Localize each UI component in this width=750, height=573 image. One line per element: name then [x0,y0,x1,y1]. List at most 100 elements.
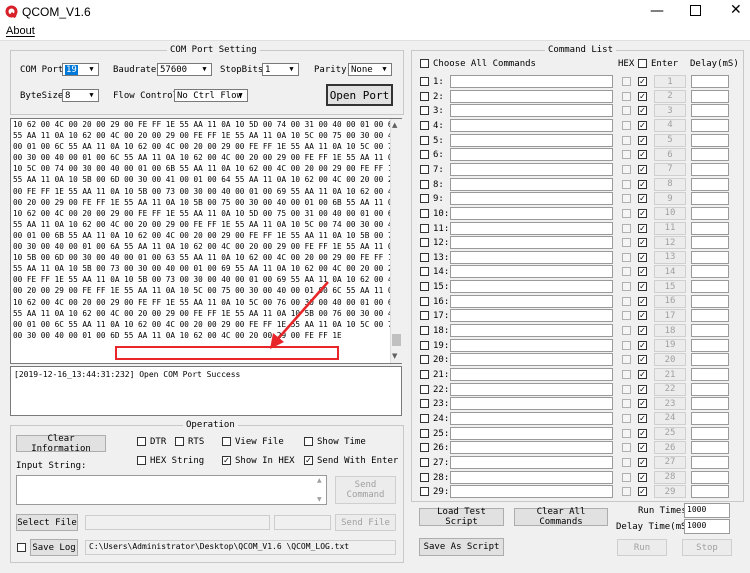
command-enter-checkbox[interactable]: ✓ [638,77,647,86]
command-enter-checkbox[interactable]: ✓ [638,223,647,233]
scroll-thumb[interactable] [392,334,401,346]
command-hex-checkbox[interactable] [622,91,631,101]
command-enter-checkbox[interactable]: ✓ [638,179,647,189]
command-input[interactable] [450,455,613,469]
command-hex-checkbox[interactable] [622,355,631,365]
command-select-checkbox[interactable] [420,472,429,482]
command-enter-checkbox[interactable]: ✓ [638,194,647,204]
command-select-checkbox[interactable] [420,443,429,453]
scroll-down-icon[interactable]: ▼ [317,496,322,503]
command-enter-checkbox[interactable]: ✓ [638,472,647,482]
command-hex-checkbox[interactable] [622,164,631,174]
load-test-script-button[interactable]: Load Test Script [419,507,504,527]
command-input[interactable] [450,265,613,279]
command-hex-checkbox[interactable] [622,194,631,204]
command-send-button[interactable]: 16 [654,294,686,308]
command-enter-checkbox[interactable]: ✓ [638,457,647,467]
command-hex-checkbox[interactable] [622,311,631,321]
command-select-checkbox[interactable] [420,208,429,218]
command-delay-input[interactable] [691,177,729,191]
command-send-button[interactable]: 22 [654,382,686,396]
command-select-checkbox[interactable] [420,296,429,306]
command-select-checkbox[interactable] [420,340,429,350]
command-input[interactable] [450,353,613,367]
command-delay-input[interactable] [691,118,729,132]
command-send-button[interactable]: 29 [654,485,686,499]
command-send-button[interactable]: 25 [654,426,686,440]
command-select-checkbox[interactable] [420,370,429,379]
command-input[interactable] [450,75,613,88]
command-delay-input[interactable] [691,455,729,469]
command-hex-checkbox[interactable] [622,296,631,306]
command-delay-input[interactable] [691,221,729,235]
command-input[interactable] [450,309,613,323]
command-input[interactable] [450,470,613,484]
clear-information-button[interactable]: Clear Information [16,434,106,454]
command-send-button[interactable]: 8 [654,177,686,191]
send-with-enter-checkbox[interactable]: ✓ [304,456,313,465]
command-send-button[interactable]: 18 [654,324,686,338]
command-send-button[interactable]: 12 [654,236,686,250]
command-input[interactable] [450,294,613,308]
command-delay-input[interactable] [691,441,729,455]
command-input[interactable] [450,382,613,396]
command-delay-input[interactable] [691,133,729,147]
command-send-button[interactable]: 11 [654,221,686,235]
command-input[interactable] [450,177,613,191]
command-delay-input[interactable] [691,324,729,338]
save-log-checkbox[interactable] [17,543,26,552]
command-hex-checkbox[interactable] [622,370,631,379]
command-input[interactable] [450,148,613,162]
command-select-checkbox[interactable] [420,355,429,365]
command-hex-checkbox[interactable] [622,267,631,277]
command-enter-checkbox[interactable]: ✓ [638,311,647,321]
dtr-checkbox[interactable] [137,437,146,446]
command-input[interactable] [450,280,613,294]
command-select-checkbox[interactable] [420,150,429,160]
save-log-button[interactable]: Save Log [30,539,78,556]
command-enter-checkbox[interactable]: ✓ [638,370,647,379]
command-delay-input[interactable] [691,397,729,411]
command-input[interactable] [450,118,613,132]
command-enter-checkbox[interactable]: ✓ [638,252,647,262]
command-select-checkbox[interactable] [420,135,429,145]
command-select-checkbox[interactable] [420,106,429,116]
command-select-checkbox[interactable] [420,252,429,262]
clear-all-commands-button[interactable]: Clear All Commands [514,507,608,527]
command-enter-checkbox[interactable]: ✓ [638,164,647,174]
command-delay-input[interactable] [691,236,729,250]
command-hex-checkbox[interactable] [622,120,631,130]
command-delay-input[interactable] [691,485,729,499]
command-delay-input[interactable] [691,382,729,396]
command-enter-checkbox[interactable]: ✓ [638,296,647,306]
command-send-button[interactable]: 10 [654,206,686,220]
command-delay-input[interactable] [691,338,729,352]
command-hex-checkbox[interactable] [622,457,631,467]
command-enter-checkbox[interactable]: ✓ [638,443,647,453]
stop-button[interactable]: Stop [682,539,732,556]
command-send-button[interactable]: 14 [654,265,686,279]
command-select-checkbox[interactable] [420,194,429,204]
enter-all-checkbox[interactable] [638,59,647,68]
command-input[interactable] [450,397,613,411]
run-times-field[interactable]: 1000 [684,503,730,518]
command-hex-checkbox[interactable] [622,326,631,336]
command-hex-checkbox[interactable] [622,179,631,189]
command-enter-checkbox[interactable]: ✓ [638,135,647,145]
command-input[interactable] [450,206,613,220]
menu-about[interactable]: About [6,25,35,37]
command-send-button[interactable]: 15 [654,280,686,294]
com-port-select[interactable]: 19 ▼ [62,63,99,76]
hex-string-checkbox[interactable] [137,456,146,465]
command-input[interactable] [450,236,613,250]
show-time-checkbox[interactable] [304,437,313,446]
command-enter-checkbox[interactable]: ✓ [638,487,647,497]
command-enter-checkbox[interactable]: ✓ [638,384,647,394]
command-hex-checkbox[interactable] [622,208,631,218]
command-delay-input[interactable] [691,250,729,264]
command-send-button[interactable]: 27 [654,455,686,469]
command-hex-checkbox[interactable] [622,238,631,248]
receive-hex-view[interactable]: 10 62 00 4C 00 20 00 29 00 FE FF 1E 55 A… [10,118,402,364]
command-send-button[interactable]: 4 [654,118,686,132]
command-delay-input[interactable] [691,368,729,381]
